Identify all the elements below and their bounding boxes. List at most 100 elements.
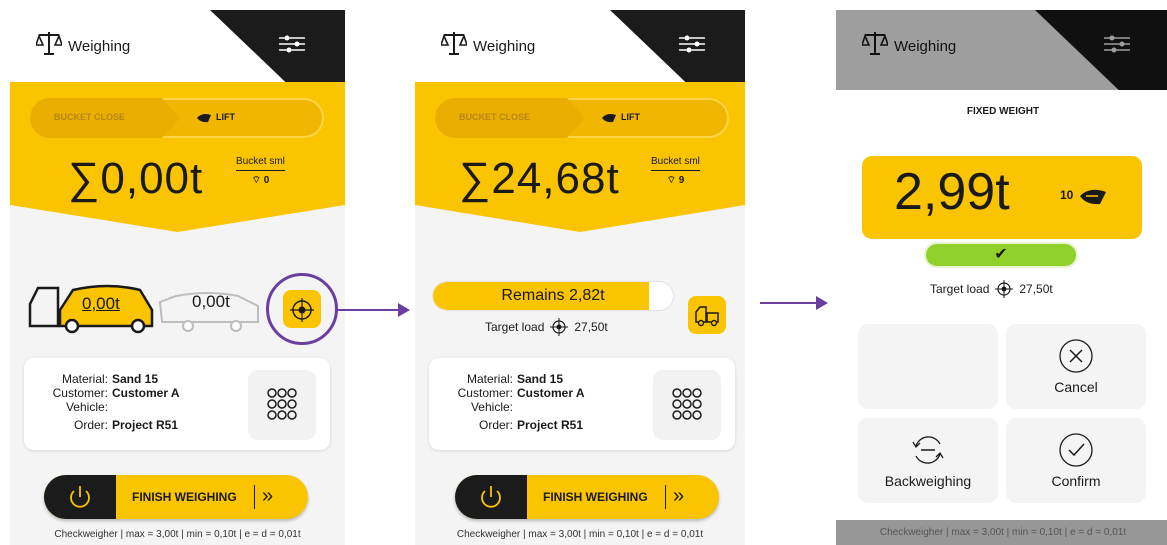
grid-icon — [267, 388, 297, 420]
vehicle-row: Vehicle: — [470, 400, 513, 414]
target-load-value: 27,50t — [574, 320, 608, 334]
order-row: Order: Project R51 — [478, 418, 584, 432]
bucket-lift-icon — [602, 114, 616, 123]
fixed-weight-dialog: FIXED WEIGHT 2,99t 10 ✔ Target load 27,5… — [836, 90, 1167, 520]
double-chevron-icon: » — [673, 485, 685, 507]
material-value: Sand 15 — [517, 372, 564, 386]
bucket-count-value: 0 — [263, 175, 270, 186]
target-icon — [995, 280, 1014, 298]
bucket-count: ⌔ 0 — [236, 170, 285, 187]
bucket-info: Bucket sml ⌔ 9 — [651, 156, 700, 187]
finish-weighing-button[interactable]: FINISH WEIGHING » — [455, 475, 719, 519]
page-title: Weighing — [68, 38, 131, 55]
page-title: Weighing — [473, 38, 536, 55]
double-chevron-icon: » — [262, 485, 274, 507]
order-value: Project R51 — [517, 418, 584, 432]
trailer-weight: 0,00t — [192, 292, 230, 311]
order-value: Project R51 — [112, 418, 179, 432]
check-icon: ✔ — [994, 246, 1008, 263]
mode-bucket-close-label: BUCKET CLOSE — [54, 112, 126, 122]
status-footer: Checkweigher | max = 3,00t | min = 0,10t… — [879, 527, 1127, 538]
screen-weighing-progress: Weighing BUCKET CLOSE LIFT ∑24,68t Bucke… — [415, 10, 745, 545]
menu-grid-button[interactable] — [653, 370, 721, 440]
power-icon — [481, 486, 501, 508]
mode-lift-label: LIFT — [216, 112, 235, 122]
bucket-size-label: Bucket sml — [236, 156, 285, 167]
flow-arrow-2 — [760, 296, 828, 310]
order-info-card: Material: Sand 15 Customer: Customer A Veh… — [24, 358, 330, 450]
order-info-card: Material: Sand 15 Customer: Customer A Veh… — [429, 358, 735, 450]
confirm-label: Confirm — [1051, 473, 1101, 489]
target-load-line: Target load 27,50t — [485, 318, 608, 336]
customer-row: Customer: Customer A — [52, 386, 180, 400]
mode-toggle[interactable]: BUCKET CLOSE LIFT — [435, 98, 729, 138]
scale-icon — [441, 32, 467, 55]
grid-icon — [672, 388, 702, 420]
fixed-weight-display: 2,99t 10 — [862, 156, 1142, 239]
mode-lift-label: LIFT — [621, 112, 640, 122]
bucket-icon: ⌔ — [251, 175, 264, 186]
target-icon — [550, 318, 569, 336]
divider — [665, 485, 666, 509]
cancel-button[interactable]: Cancel — [1006, 324, 1146, 409]
status-footer: Checkweigher | max = 3,00t | min = 0,10t… — [456, 529, 704, 540]
bucket-icon — [1080, 189, 1106, 205]
modal-overlay — [836, 10, 1167, 90]
header: Weighing — [415, 10, 745, 90]
finish-weighing-label: FINISH WEIGHING — [132, 490, 237, 504]
bucket-count-value: 10 — [1060, 188, 1074, 202]
remaining-load-text: Remains 2,82t — [501, 287, 605, 304]
check-circle-icon — [1059, 433, 1093, 467]
backweighing-label: Backweighing — [884, 473, 972, 489]
truck-view-button[interactable] — [688, 296, 726, 334]
power-button[interactable] — [455, 475, 527, 519]
bucket-lift-icon — [197, 114, 211, 123]
target-load-value: 27,50t — [1019, 282, 1053, 296]
status-footer: Checkweigher | max = 3,00t | min = 0,10t… — [54, 529, 301, 540]
target-reached-indicator: ✔ — [926, 244, 1076, 266]
confirm-button[interactable]: Confirm — [1006, 418, 1146, 503]
highlight-circle — [266, 273, 338, 345]
material-row: Material: Sand 15 — [466, 372, 564, 386]
menu-grid-button[interactable] — [248, 370, 316, 440]
flow-arrow-1 — [336, 303, 410, 317]
material-value: Sand 15 — [112, 372, 159, 386]
finish-weighing-label: FINISH WEIGHING — [543, 490, 648, 504]
bucket-info: Bucket sml ⌔ 0 — [236, 156, 285, 187]
truck-weight: 0,00t — [82, 294, 120, 313]
remaining-load-bar: Remains 2,82t — [433, 282, 673, 310]
truck-icon — [695, 306, 719, 327]
power-button[interactable] — [44, 475, 116, 519]
close-circle-icon — [1059, 339, 1093, 373]
vehicle-row: Vehicle: — [65, 400, 108, 414]
settings-sliders-icon[interactable] — [277, 34, 307, 54]
backweighing-icon — [912, 436, 944, 464]
order-row: Order: Project R51 — [73, 418, 179, 432]
mode-bucket-close-label: BUCKET CLOSE — [459, 112, 531, 122]
bucket-icon: ⌔ — [666, 175, 679, 186]
divider — [254, 485, 255, 509]
backweighing-button[interactable]: Backweighing — [858, 418, 998, 503]
truck-cab — [28, 286, 60, 328]
empty-tile — [858, 324, 998, 409]
mode-toggle[interactable]: BUCKET CLOSE LIFT — [30, 98, 324, 138]
target-load-line: Target load 27,50t — [930, 280, 1053, 298]
header: Weighing — [10, 10, 345, 90]
fixed-weight-value: 2,99t — [894, 163, 1010, 221]
settings-sliders-icon[interactable] — [677, 34, 707, 54]
power-icon — [70, 486, 90, 508]
customer-row: Customer: Customer A — [457, 386, 585, 400]
bucket-size-label: Bucket sml — [651, 156, 700, 167]
cancel-label: Cancel — [1054, 379, 1098, 395]
bucket-count-value: 9 — [678, 175, 685, 186]
target-load-label: Target load — [485, 320, 545, 334]
finish-weighing-button[interactable]: FINISH WEIGHING » — [44, 475, 308, 519]
scale-icon — [36, 32, 62, 55]
total-weight: ∑0,00t — [68, 154, 204, 203]
material-row: Material: Sand 15 — [61, 372, 159, 386]
target-load-label: Target load — [930, 282, 990, 296]
customer-value: Customer A — [517, 386, 585, 400]
screen-fixed-weight-dialog: Weighing FIXED WEIGHT 2,99t 10 ✔ Target … — [836, 10, 1167, 545]
dialog-title: FIXED WEIGHT — [966, 106, 1040, 117]
bucket-count: ⌔ 9 — [651, 170, 700, 187]
